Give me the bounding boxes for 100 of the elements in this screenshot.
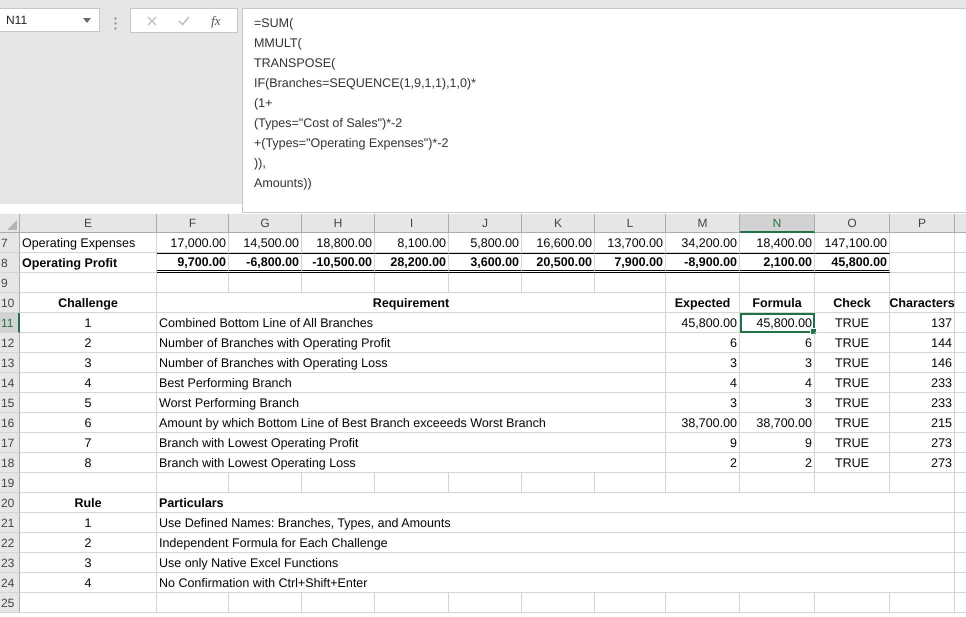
empty-cell[interactable] [522,273,595,293]
row-header[interactable]: 8 [0,253,20,273]
row-header[interactable]: 10 [0,293,20,313]
cell-text: Characters [890,293,955,313]
empty-cell[interactable] [229,473,302,493]
empty-cell[interactable] [890,253,955,273]
cell-text: 6 [20,413,157,433]
cell-text: 8,100.00 [375,233,449,253]
row-header[interactable]: 24 [0,573,20,593]
empty-cell[interactable] [522,593,595,613]
empty-cell[interactable] [890,593,955,613]
row-header[interactable]: 21 [0,513,20,533]
empty-cell[interactable] [666,593,740,613]
cell-text: Formula [740,293,815,313]
empty-cell[interactable] [302,593,375,613]
empty-cell[interactable] [449,473,522,493]
empty-cell[interactable] [740,593,815,613]
cell-text: 6 [740,333,815,353]
cell-text: TRUE [815,453,890,473]
empty-cell[interactable] [595,273,666,293]
cell-text: 3 [666,393,740,413]
empty-cell[interactable] [302,473,375,493]
cell-text: 34,200.00 [666,233,740,253]
cell-text: Worst Performing Branch [157,393,666,413]
row-header[interactable]: 17 [0,433,20,453]
insert-function-button[interactable]: fx [211,12,221,28]
empty-cell[interactable] [229,593,302,613]
empty-cell[interactable] [522,473,595,493]
column-header[interactable]: O [815,214,890,233]
row-header[interactable]: 11 [0,313,20,333]
row-header[interactable]: 22 [0,533,20,553]
drag-handle-icon[interactable] [114,17,117,30]
cell-text[interactable]: 45,800.00 [740,313,815,333]
cell-text: Requirement [157,293,666,313]
check-icon[interactable] [178,16,190,26]
empty-cell[interactable] [890,473,955,493]
row-header[interactable]: 14 [0,373,20,393]
row-header[interactable]: 19 [0,473,20,493]
caret-icon[interactable] [83,18,91,22]
column-header[interactable]: E [20,214,157,233]
row-header[interactable]: 15 [0,393,20,413]
empty-cell[interactable] [375,593,449,613]
empty-cell[interactable] [595,593,666,613]
row-header[interactable]: 23 [0,553,20,573]
cell-text: 8 [20,453,157,473]
row-header[interactable]: 9 [0,273,20,293]
formula-line: TRANSPOSE( [254,55,336,72]
cell-text: 3 [20,553,157,573]
empty-cell[interactable] [815,593,890,613]
cell-text: Amount by which Bottom Line of Best Branch exceeeds Worst Branch [157,413,666,433]
formula-line: MMULT( [254,35,302,52]
empty-cell[interactable] [449,273,522,293]
cell-text: Independent Formula for Each Challenge [157,533,955,553]
column-header[interactable]: G [229,214,302,233]
row-header[interactable]: 16 [0,413,20,433]
empty-cell[interactable] [595,473,666,493]
empty-cell[interactable] [740,273,815,293]
empty-cell[interactable] [740,473,815,493]
column-header[interactable]: F [157,214,229,233]
row-header[interactable]: 7 [0,233,20,253]
cell-text: 9 [666,433,740,453]
empty-cell[interactable] [666,273,740,293]
empty-cell[interactable] [890,273,955,293]
cell-text: 4 [20,373,157,393]
name-box[interactable]: N11 [0,8,100,32]
cell-text: 7 [20,433,157,453]
empty-cell[interactable] [157,473,229,493]
cell-text: 45,800.00 [666,313,740,333]
empty-cell[interactable] [375,273,449,293]
row-header[interactable]: 18 [0,453,20,473]
empty-cell[interactable] [815,473,890,493]
column-header[interactable]: N [740,214,815,233]
row-header[interactable]: 12 [0,333,20,353]
cell-text: 16,600.00 [522,233,595,253]
column-header[interactable]: J [449,214,522,233]
empty-cell[interactable] [815,273,890,293]
cell-text: Combined Bottom Line of All Branches [157,313,666,333]
column-header[interactable]: H [302,214,375,233]
column-header[interactable]: K [522,214,595,233]
select-all-icon[interactable] [7,220,17,230]
empty-cell[interactable] [890,233,955,253]
empty-cell[interactable] [157,593,229,613]
empty-cell[interactable] [302,273,375,293]
column-header[interactable]: I [375,214,449,233]
row-header[interactable]: 13 [0,353,20,373]
cancel-icon[interactable] [147,16,158,26]
empty-cell[interactable] [375,473,449,493]
formula-line: +(Types="Operating Expenses")*-2 [254,135,448,152]
empty-cell[interactable] [666,473,740,493]
column-header[interactable]: P [890,214,955,233]
formula-bar[interactable]: =SUM( MMULT( TRANSPOSE( IF(Branches=SEQUENCE(1,9,1,1),1,0)* (1+ (Types="Cost of Sales")*-2 +(Types="Operating Expenses")*-2 )), Amounts)) [242,8,966,213]
row-header[interactable]: 25 [0,593,20,613]
cell-text: 18,800.00 [302,233,375,253]
empty-cell[interactable] [229,273,302,293]
row-header[interactable]: 20 [0,493,20,513]
empty-cell[interactable] [157,273,229,293]
cell-text: 3 [20,353,157,373]
empty-cell[interactable] [449,593,522,613]
column-header[interactable]: L [595,214,666,233]
cell-text: Number of Branches with Operating Loss [157,353,666,373]
